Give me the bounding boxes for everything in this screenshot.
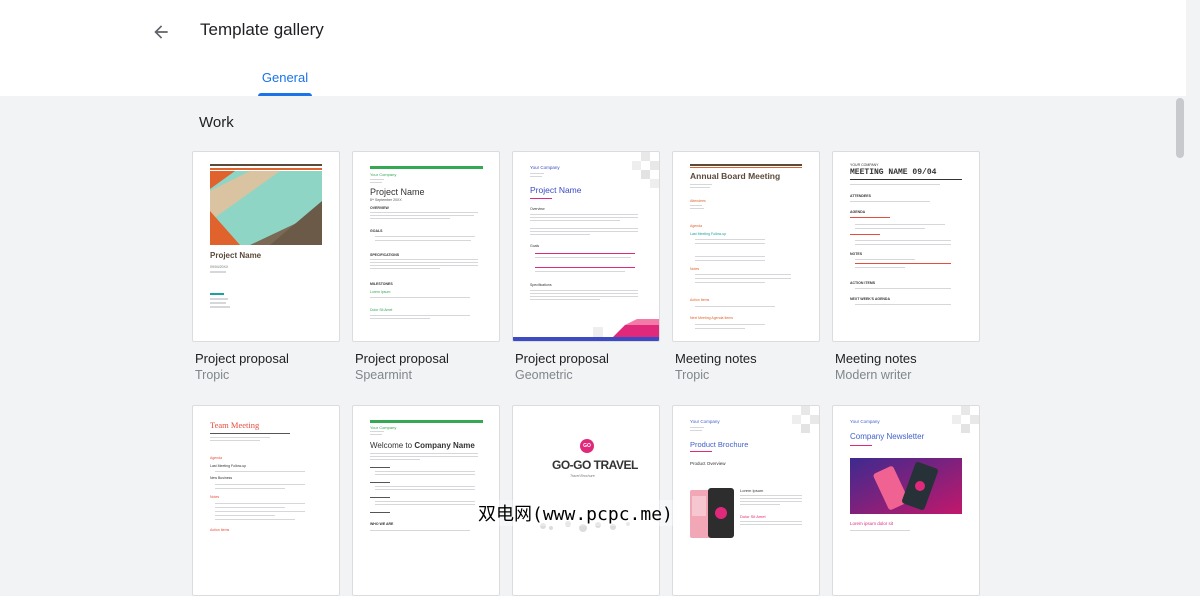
preview-action: Action Items (690, 298, 710, 302)
preview-overview: OVERVIEW (370, 206, 389, 210)
watermark-text: 双电网(www.pcpc.me) (476, 500, 675, 526)
template-thumbnail: Annual Board Meeting Attendees Agenda La… (672, 151, 820, 342)
preview-specs: SPECIFICATIONS (370, 253, 400, 257)
template-name: Project proposal (355, 351, 449, 366)
preview-goals: GOALS (370, 229, 383, 233)
preview-dolor: Dolor Sit Amet (740, 514, 766, 519)
preview-welcome: Welcome to Company Name (370, 441, 475, 450)
preview-agenda: Agenda (690, 224, 703, 228)
preview-specs: Specifications (530, 283, 552, 287)
preview-title: Project Name (530, 185, 582, 195)
preview-title: Project Name (370, 187, 425, 197)
preview-new: New Business (210, 476, 233, 480)
preview-title: Company Newsletter (850, 432, 925, 441)
template-thumbnail: Your Company Product Brochure Product Ov… (672, 405, 820, 596)
geometric-corner-pattern (952, 406, 979, 433)
template-card-meeting-notes-modern-writer[interactable]: YOUR COMPANY MEETING NAME 09/04 ATTENDEE… (832, 151, 980, 382)
preview-company: Your Company (370, 425, 397, 430)
preview-title: MEETING NAME 09/04 (850, 168, 937, 177)
preview-subtitle: Travel Brochure (570, 474, 595, 478)
scrollbar-thumb[interactable] (1176, 98, 1184, 158)
preview-last: Last Meeting Follow-up (210, 464, 247, 468)
preview-goals: Goals (530, 244, 540, 248)
template-card-product-brochure[interactable]: Your Company Product Brochure Product Ov… (672, 405, 820, 596)
template-thumbnail: Your Company Company Newsletter Lorem ip… (832, 405, 980, 596)
template-style: Geometric (515, 368, 573, 382)
preview-dolor: Dolor Sit Amet (370, 308, 393, 312)
template-card-project-proposal-geometric[interactable]: Your Company Project Name Overview Goals… (512, 151, 660, 382)
template-card-company-newsletter[interactable]: Your Company Company Newsletter Lorem ip… (832, 405, 980, 596)
preview-attendees: ATTENDEES (850, 194, 871, 198)
template-style: Tropic (195, 368, 230, 382)
preview-title: Project Name (210, 251, 262, 260)
page-title: Template gallery (200, 20, 324, 39)
preview-lorem: Lorem Ipsum (370, 290, 391, 294)
tropic-geometric-image (210, 171, 322, 245)
product-phone-image (690, 488, 734, 538)
template-thumbnail: YOUR COMPANY MEETING NAME 09/04 ATTENDEE… (832, 151, 980, 342)
template-thumbnail: Team Meeting Agenda Last Meeting Follow-… (192, 405, 340, 596)
preview-company: Your Company (690, 419, 720, 424)
preview-company: Your Company (370, 172, 397, 177)
preview-subtitle: 09/04/20XX (210, 265, 229, 269)
preview-lorem: Lorem Ipsum (740, 488, 764, 493)
preview-next: Next Meeting Agenda Items (690, 316, 733, 320)
section-title-work: Work (199, 114, 234, 131)
template-thumbnail: Project Name 09/04/20XX (192, 151, 340, 342)
preview-next: NEXT WEEK'S AGENDA (850, 297, 890, 301)
back-button[interactable] (146, 17, 176, 47)
preview-overview: Product Overview (690, 461, 726, 466)
newsletter-phones-image (850, 458, 962, 514)
template-card-project-proposal-spearmint[interactable]: Your Company Project Name 8ᵗʰ September … (352, 151, 500, 382)
travel-logo-badge: GO (580, 439, 594, 453)
preview-company: Your Company (850, 419, 880, 424)
template-style: Modern writer (835, 368, 912, 382)
template-style: Spearmint (355, 368, 412, 382)
preview-action: Action Items (210, 528, 230, 532)
template-card-meeting-notes-tropic[interactable]: Annual Board Meeting Attendees Agenda La… (672, 151, 820, 382)
preview-title: Product Brochure (690, 440, 749, 449)
tab-general[interactable]: General (258, 70, 312, 96)
preview-overview: Overview (530, 207, 545, 211)
geometric-corner-pattern (792, 406, 819, 433)
preview-action: ACTION ITEMS (850, 281, 876, 285)
preview-title: GO-GO TRAVEL (552, 458, 638, 472)
arrow-back-icon (154, 25, 168, 39)
preview-who: WHO WE ARE (370, 522, 394, 526)
preview-notes: Notes (690, 267, 700, 271)
preview-notes: Notes (210, 495, 220, 499)
preview-notes: NOTES (850, 252, 863, 256)
template-name: Meeting notes (835, 351, 917, 366)
tab-general-label: General (261, 70, 309, 85)
template-thumbnail: Your Company Project Name Overview Goals… (512, 151, 660, 342)
preview-company: Your Company (530, 165, 560, 170)
preview-milestones: MILESTONES (370, 282, 393, 286)
template-name: Meeting notes (675, 351, 757, 366)
tab-active-indicator (258, 93, 312, 96)
preview-caption: Lorem ipsum dolor sit (850, 521, 894, 526)
right-gutter (1186, 0, 1200, 535)
preview-date: 8ᵗʰ September 20XX (370, 198, 402, 202)
template-name: Project proposal (515, 351, 609, 366)
top-bar: Template gallery General (0, 0, 1186, 96)
geometric-corner-pattern (632, 152, 659, 188)
geometric-footer-pattern (513, 319, 659, 341)
preview-attendees: Attendees (690, 199, 706, 203)
template-style: Tropic (675, 368, 710, 382)
preview-title: Team Meeting (210, 420, 260, 430)
preview-last: Last Meeting Follow-up (690, 232, 727, 236)
preview-title: Annual Board Meeting (690, 171, 781, 181)
preview-agenda: AGENDA (850, 210, 866, 214)
preview-agenda: Agenda (210, 456, 223, 460)
preview-company: YOUR COMPANY (850, 163, 879, 167)
template-card-team-meeting[interactable]: Team Meeting Agenda Last Meeting Follow-… (192, 405, 340, 596)
template-thumbnail: Your Company Project Name 8ᵗʰ September … (352, 151, 500, 342)
template-name: Project proposal (195, 351, 289, 366)
template-card-project-proposal-tropic[interactable]: Project Name 09/04/20XX Project proposal… (192, 151, 340, 382)
